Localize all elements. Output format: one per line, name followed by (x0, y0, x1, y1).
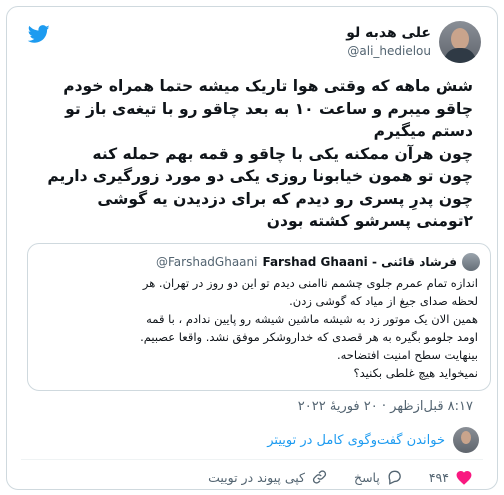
reply-bubble-icon (388, 470, 401, 485)
quoted-author-avatar (462, 253, 480, 271)
tweet-actions: ۴۹۴ پاسخ کپی پیوند در توییت (182, 469, 473, 485)
author-handle[interactable]: @ali_hedielou (346, 42, 431, 60)
quoted-tweet-header: فرشاد قائنی - Farshad Ghaani @FarshadGha… (156, 253, 480, 271)
twitter-bird-icon[interactable] (27, 23, 51, 45)
heart-icon (456, 471, 472, 485)
author-name[interactable]: علی هدبه لو (346, 24, 431, 42)
quoted-author-name: فرشاد قائنی - Farshad Ghaani (262, 255, 457, 269)
author-block[interactable]: علی هدبه لو @ali_hedielou (346, 21, 481, 63)
copy-link-label: کپی پیوند در توییت (208, 469, 305, 485)
divider (21, 459, 483, 460)
like-button[interactable]: ۴۹۴ (429, 469, 473, 485)
tweet-text: شش ماهه که وقتی هوا تاریک میشه حتما همرا… (47, 77, 473, 230)
copy-link-button[interactable]: کپی پیوند در توییت (208, 469, 328, 485)
like-count: ۴۹۴ (428, 469, 449, 485)
tweet-card: علی هدبه لو @ali_hedielou شش ماهه که وقت… (6, 6, 498, 490)
read-conversation-link[interactable]: خواندن گفت‌وگوی کامل در توییتر (267, 433, 445, 448)
quoted-tweet[interactable]: فرشاد قائنی - Farshad Ghaani @FarshadGha… (27, 243, 491, 391)
reply-label: پاسخ (354, 469, 380, 485)
quoted-author-handle: @FarshadGhaani (156, 255, 258, 269)
quoted-tweet-text: اندازه تمام عمرم جلوی چشمم ناامنی دیدم ت… (140, 276, 478, 380)
conversation-avatar (453, 427, 479, 453)
reply-button[interactable]: پاسخ (354, 469, 403, 485)
link-icon (312, 470, 327, 484)
read-conversation-row[interactable]: خواندن گفت‌وگوی کامل در توییتر (267, 427, 479, 453)
author-avatar[interactable] (439, 21, 481, 63)
tweet-timestamp[interactable]: ۸:۱۷ قبل‌ازظهر · ۲۰ فوریهٔ ۲۰۲۲ (298, 399, 473, 414)
